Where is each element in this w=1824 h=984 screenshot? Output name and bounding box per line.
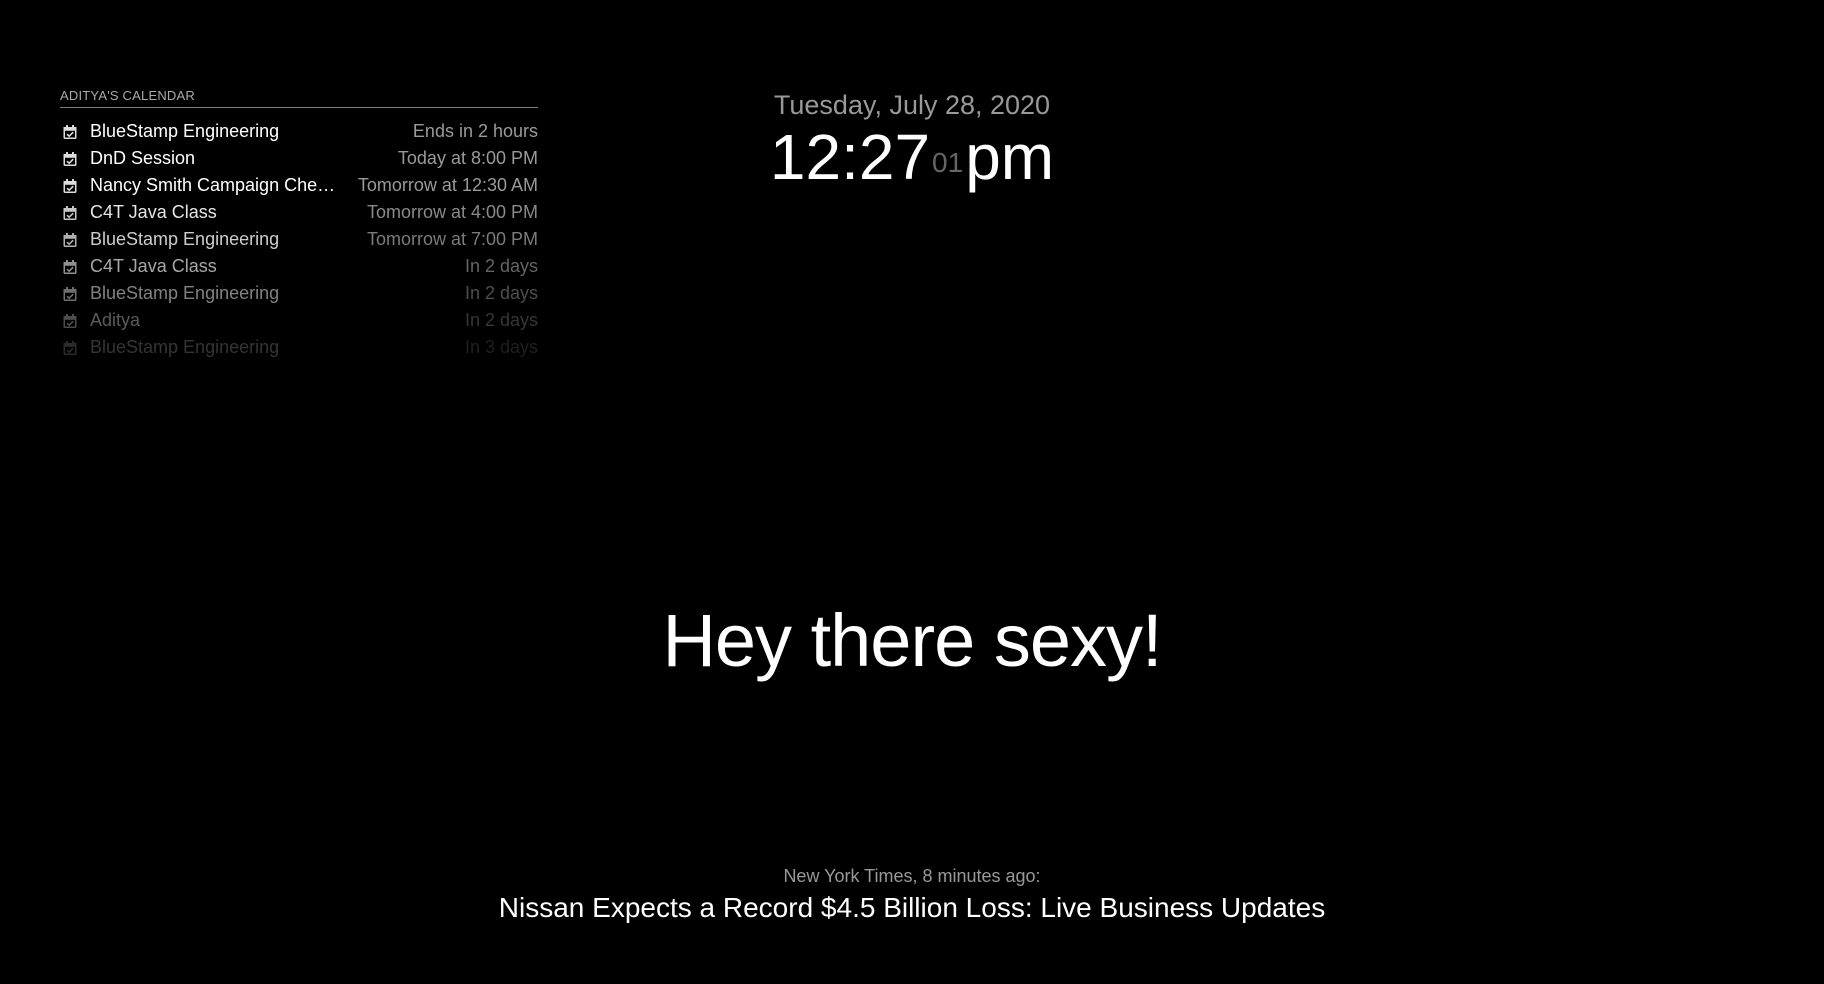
- calendar-event: BlueStamp Engineering In 3 days: [60, 334, 538, 361]
- calendar-event-title: BlueStamp Engineering: [90, 337, 280, 357]
- calendar-event-title: BlueStamp Engineering: [90, 283, 280, 303]
- calendar-event-time: In 3 days: [464, 337, 538, 357]
- calendar-event-title: C4T Java Class: [90, 256, 217, 276]
- clock-time: 12:2701pm: [0, 122, 1824, 210]
- calendar-event-time: In 2 days: [464, 256, 538, 276]
- calendar-check-icon: [63, 259, 77, 274]
- clock-hours-minutes: 12:27: [769, 121, 931, 193]
- calendar-check-icon: [63, 286, 77, 301]
- calendar-event: BlueStamp Engineering In 2 days: [60, 280, 538, 307]
- news-source: New York Times, 8 minutes ago:: [783, 866, 1041, 886]
- calendar-check-icon: [63, 313, 77, 328]
- news-module: New York Times, 8 minutes ago: Nissan Ex…: [0, 864, 1824, 926]
- calendar-event: Aditya In 2 days: [60, 307, 538, 334]
- clock-ampm: pm: [965, 121, 1055, 193]
- clock-date: Tuesday, July 28, 2020: [773, 90, 1051, 120]
- compliment-text: Hey there sexy!: [662, 599, 1162, 682]
- news-headline: Nissan Expects a Record $4.5 Billion Los…: [498, 892, 1326, 923]
- calendar-event-title: Aditya: [90, 310, 141, 330]
- clock-module: Tuesday, July 28, 2020 12:2701pm: [0, 88, 1824, 210]
- calendar-event-time: In 2 days: [464, 283, 538, 303]
- calendar-event-time: Tomorrow at 7:00 PM: [366, 229, 538, 249]
- calendar-check-icon: [63, 232, 77, 247]
- clock-seconds: 01: [932, 147, 964, 178]
- calendar-event-title: BlueStamp Engineering: [90, 229, 280, 249]
- calendar-event-time: In 2 days: [464, 310, 538, 330]
- calendar-event: C4T Java Class In 2 days: [60, 253, 538, 280]
- calendar-check-icon: [63, 340, 77, 355]
- calendar-event: BlueStamp Engineering Tomorrow at 7:00 PM: [60, 226, 538, 253]
